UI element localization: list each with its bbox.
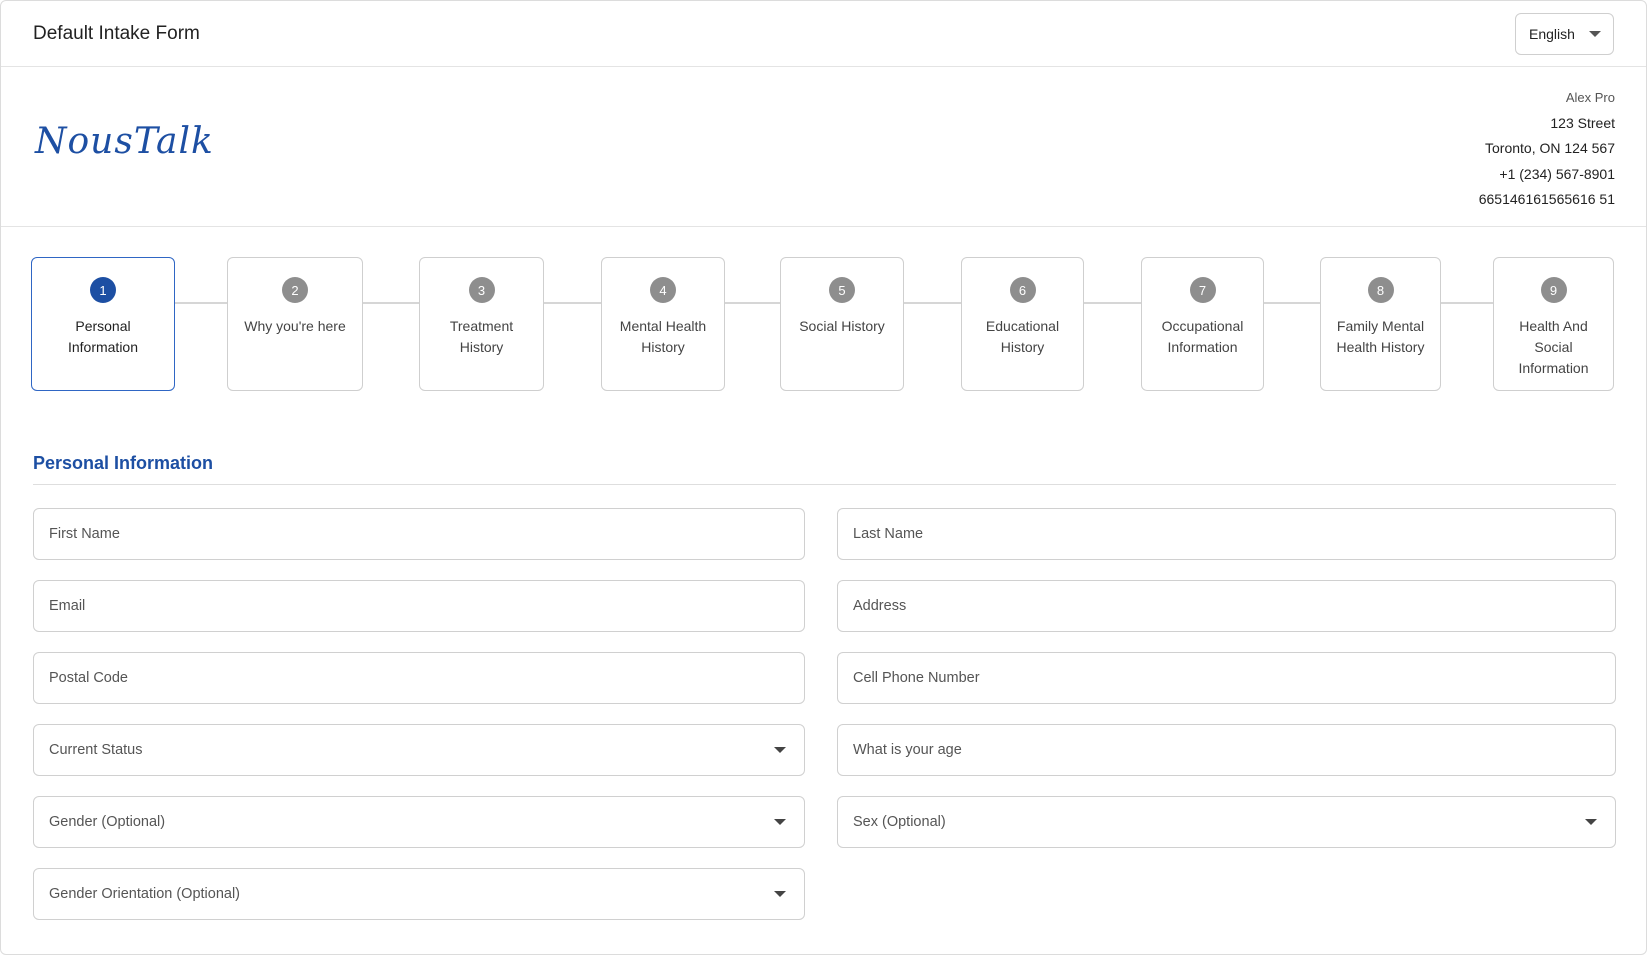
form-title: Default Intake Form [33,22,200,44]
address-field[interactable]: Address [837,580,1616,632]
step-number: 2 [282,277,308,303]
language-select-value: English [1529,25,1575,42]
step-label: Health And Social Information [1518,318,1589,376]
step-treatment-history[interactable]: 3 Treatment History [419,257,544,391]
step-connector [1084,302,1141,304]
postal-code-placeholder: Postal Code [49,670,128,686]
step-connector [175,302,227,304]
contact-name: Alex Pro [1565,90,1615,105]
section-divider [33,484,1616,485]
contact-street: 123 Street [1550,114,1615,131]
contact-phone: +1 (234) 567-8901 [1499,165,1615,182]
first-name-field[interactable]: First Name [33,508,805,560]
contact-city: Toronto, ON 124 567 [1485,140,1615,156]
email-placeholder: Email [49,598,86,614]
current-status-placeholder: Current Status [49,742,143,758]
step-social-history[interactable]: 5 Social History [780,257,904,391]
step-family-mental-health-history[interactable]: 8 Family Mental Health History [1320,257,1441,391]
step-why-youre-here[interactable]: 2 Why you're here [227,257,363,391]
step-label: Family Mental Health History [1336,318,1425,355]
gender-orientation-select[interactable]: Gender Orientation (Optional) [33,868,805,920]
step-connector [1441,302,1493,304]
cell-phone-field[interactable]: Cell Phone Number [837,652,1616,704]
sex-placeholder: Sex (Optional) [853,814,946,830]
step-number: 6 [1009,277,1036,303]
step-mental-health-history[interactable]: 4 Mental Health History [601,257,725,391]
section-title: Personal Information [33,453,214,473]
age-field[interactable]: What is your age [837,724,1616,776]
gender-orientation-placeholder: Gender Orientation (Optional) [49,886,241,902]
sex-select[interactable]: Sex (Optional) [837,796,1616,848]
step-personal-information[interactable]: 1 Personal Information [31,257,175,391]
step-label: Personal Information [67,318,139,355]
practice-header: NousTalk Alex Pro 123 Street Toronto, ON… [1,67,1646,227]
step-connector [725,302,780,304]
chevron-down-icon [774,819,786,825]
step-number: 9 [1540,277,1567,303]
current-status-select[interactable]: Current Status [33,724,805,776]
form-stepper: 1 Personal Information 2 Why you're here… [31,257,1616,391]
step-number: 7 [1189,277,1216,303]
step-connector [544,302,601,304]
gender-placeholder: Gender (Optional) [49,814,166,830]
step-educational-history[interactable]: 6 Educational History [961,257,1084,391]
first-name-placeholder: First Name [49,526,120,542]
chevron-down-icon [1585,819,1597,825]
top-bar: Default Intake Form English [1,1,1646,67]
step-number: 8 [1367,277,1394,303]
contact-id-number: 665146161565616 51 [1478,191,1615,207]
step-health-and-social-information[interactable]: 9 Health And Social Information [1493,257,1614,391]
chevron-down-icon [774,747,786,753]
step-connector [363,302,419,304]
step-label: Social History [799,318,885,334]
email-field[interactable]: Email [33,580,805,632]
intake-form-window: Default Intake Form English NousTalk Ale… [0,0,1647,955]
last-name-placeholder: Last Name [853,526,924,542]
postal-code-field[interactable]: Postal Code [33,652,805,704]
brand-logo: NousTalk [35,121,214,162]
step-connector [904,302,961,304]
step-number: 5 [829,277,855,303]
step-label: Why you're here [244,318,346,334]
step-occupational-information[interactable]: 7 Occupational Information [1141,257,1264,391]
step-label: Treatment History [449,318,514,355]
language-select[interactable]: English [1515,12,1614,55]
step-number: 1 [90,277,116,303]
chevron-down-icon [774,891,786,897]
step-number: 4 [650,277,676,303]
step-number: 3 [468,277,495,303]
chevron-down-icon [1589,30,1601,37]
gender-select[interactable]: Gender (Optional) [33,796,805,848]
address-placeholder: Address [853,598,907,614]
step-label: Occupational Information [1161,318,1244,355]
step-connector [1264,302,1320,304]
age-placeholder: What is your age [853,742,962,758]
step-label: Educational History [985,318,1060,355]
cell-phone-placeholder: Cell Phone Number [853,670,980,686]
step-label: Mental Health History [619,318,707,355]
practice-contact: Alex Pro 123 Street Toronto, ON 124 567 … [1479,85,1615,213]
last-name-field[interactable]: Last Name [837,508,1616,560]
